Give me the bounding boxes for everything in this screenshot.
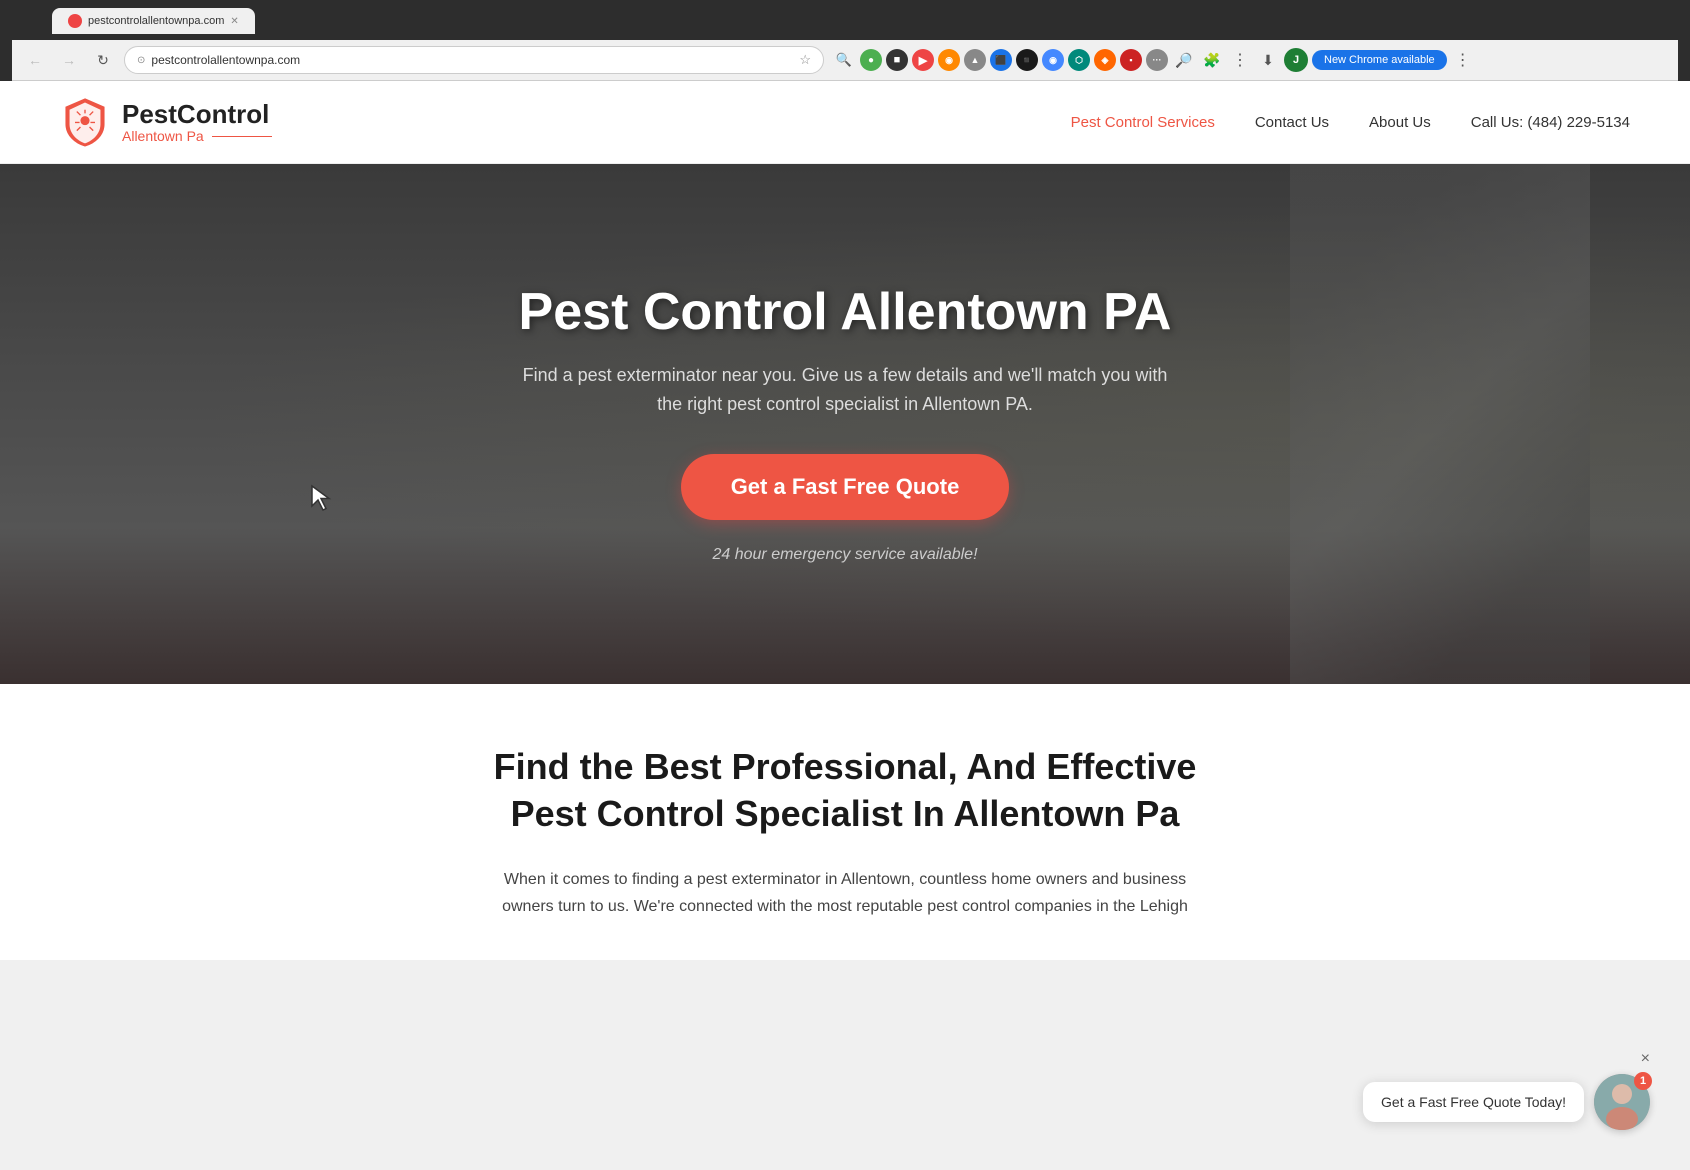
below-hero-title: Find the Best Professional, And Effectiv…	[200, 744, 1490, 838]
ext-grey1-icon[interactable]: ▲	[964, 49, 986, 71]
chat-close-icon[interactable]: ×	[1641, 1050, 1650, 1068]
more-options-icon[interactable]: ⋮	[1451, 48, 1475, 72]
ext-dots-icon[interactable]: ···	[1146, 49, 1168, 71]
ext-blue-icon[interactable]: ⬛	[990, 49, 1012, 71]
ext-square-icon[interactable]: ■	[886, 49, 908, 71]
logo-location: Allentown Pa	[122, 129, 272, 144]
chat-avatar-container[interactable]: × 1	[1594, 1074, 1650, 1130]
site-header: PestControl Allentown Pa Pest Control Se…	[0, 81, 1690, 164]
tab-favicon	[68, 14, 82, 28]
logo-line-decoration	[212, 136, 272, 138]
nav-pest-control-services[interactable]: Pest Control Services	[1071, 114, 1215, 131]
cursor-indicator	[310, 484, 332, 517]
profile-icon[interactable]: J	[1284, 48, 1308, 72]
logo-text: PestControl Allentown Pa	[122, 100, 272, 144]
url-text: pestcontrolallentownpa.com	[151, 53, 793, 67]
ext-orange2-icon[interactable]: ◈	[1094, 49, 1116, 71]
below-hero-body: When it comes to finding a pest extermin…	[495, 866, 1195, 920]
hero-content: Pest Control Allentown PA Find a pest ex…	[499, 284, 1192, 565]
nav-phone: Call Us: (484) 229-5134	[1471, 114, 1630, 131]
download-icon[interactable]: ⬇	[1256, 48, 1280, 72]
ext-red2-icon[interactable]: ▪	[1120, 49, 1142, 71]
ext-orange-icon[interactable]: ◉	[938, 49, 960, 71]
search2-icon[interactable]: 🔎	[1172, 48, 1196, 72]
tab-close-icon[interactable]: ✕	[230, 16, 238, 27]
star-icon[interactable]: ☆	[799, 52, 811, 68]
active-tab[interactable]: pestcontrolallentownpa.com ✕	[52, 8, 255, 34]
toolbar-extensions: 🔍 ● ■ ▶ ◉ ▲ ⬛ ◾ ◉ ⬡ ◈ ▪ ··· 🔎 🧩 ⋮ ⬇ J Ne…	[832, 48, 1475, 72]
extensions-icon[interactable]: 🧩	[1200, 48, 1224, 72]
nav-contact-us[interactable]: Contact Us	[1255, 114, 1329, 131]
ext-red1-icon[interactable]: ▶	[912, 49, 934, 71]
back-button[interactable]: ←	[22, 47, 48, 73]
hero-emergency-text: 24 hour emergency service available!	[519, 546, 1172, 564]
site-nav: Pest Control Services Contact Us About U…	[1071, 114, 1630, 131]
logo-area: PestControl Allentown Pa	[60, 97, 272, 147]
website-container: PestControl Allentown Pa Pest Control Se…	[0, 81, 1690, 960]
logo-shield-icon	[60, 97, 110, 147]
search-icon[interactable]: 🔍	[832, 48, 856, 72]
below-hero-section: Find the Best Professional, And Effectiv…	[0, 684, 1690, 960]
chat-bubble: Get a Fast Free Quote Today!	[1363, 1082, 1584, 1122]
new-chrome-button[interactable]: New Chrome available	[1312, 50, 1447, 70]
browser-chrome: pestcontrolallentownpa.com ✕ ← → ↻ ⊙ pes…	[0, 0, 1690, 81]
browser-toolbar: ← → ↻ ⊙ pestcontrolallentownpa.com ☆ 🔍 ●…	[12, 40, 1678, 81]
chat-badge: 1	[1634, 1072, 1652, 1090]
chat-widget: Get a Fast Free Quote Today! × 1	[1363, 1074, 1650, 1130]
menu-icon[interactable]: ⋮	[1228, 48, 1252, 72]
tab-title: pestcontrolallentownpa.com	[88, 15, 224, 27]
nav-about-us[interactable]: About Us	[1369, 114, 1431, 131]
reload-button[interactable]: ↻	[90, 47, 116, 73]
logo-brand-name: PestControl	[122, 100, 272, 129]
ext-blue2-icon[interactable]: ◉	[1042, 49, 1064, 71]
chat-message: Get a Fast Free Quote Today!	[1381, 1094, 1566, 1110]
ext-teal-icon[interactable]: ⬡	[1068, 49, 1090, 71]
hero-subtitle: Find a pest exterminator near you. Give …	[519, 361, 1172, 419]
ext-chrome-icon[interactable]: ●	[860, 49, 882, 71]
hero-title: Pest Control Allentown PA	[519, 284, 1172, 341]
address-bar[interactable]: ⊙ pestcontrolallentownpa.com ☆	[124, 46, 824, 74]
cta-quote-button[interactable]: Get a Fast Free Quote	[681, 454, 1010, 520]
lock-icon: ⊙	[137, 55, 145, 66]
ext-dark-icon[interactable]: ◾	[1016, 49, 1038, 71]
hero-section: Pest Control Allentown PA Find a pest ex…	[0, 164, 1690, 684]
forward-button[interactable]: →	[56, 47, 82, 73]
browser-tabs: pestcontrolallentownpa.com ✕	[12, 8, 1678, 34]
